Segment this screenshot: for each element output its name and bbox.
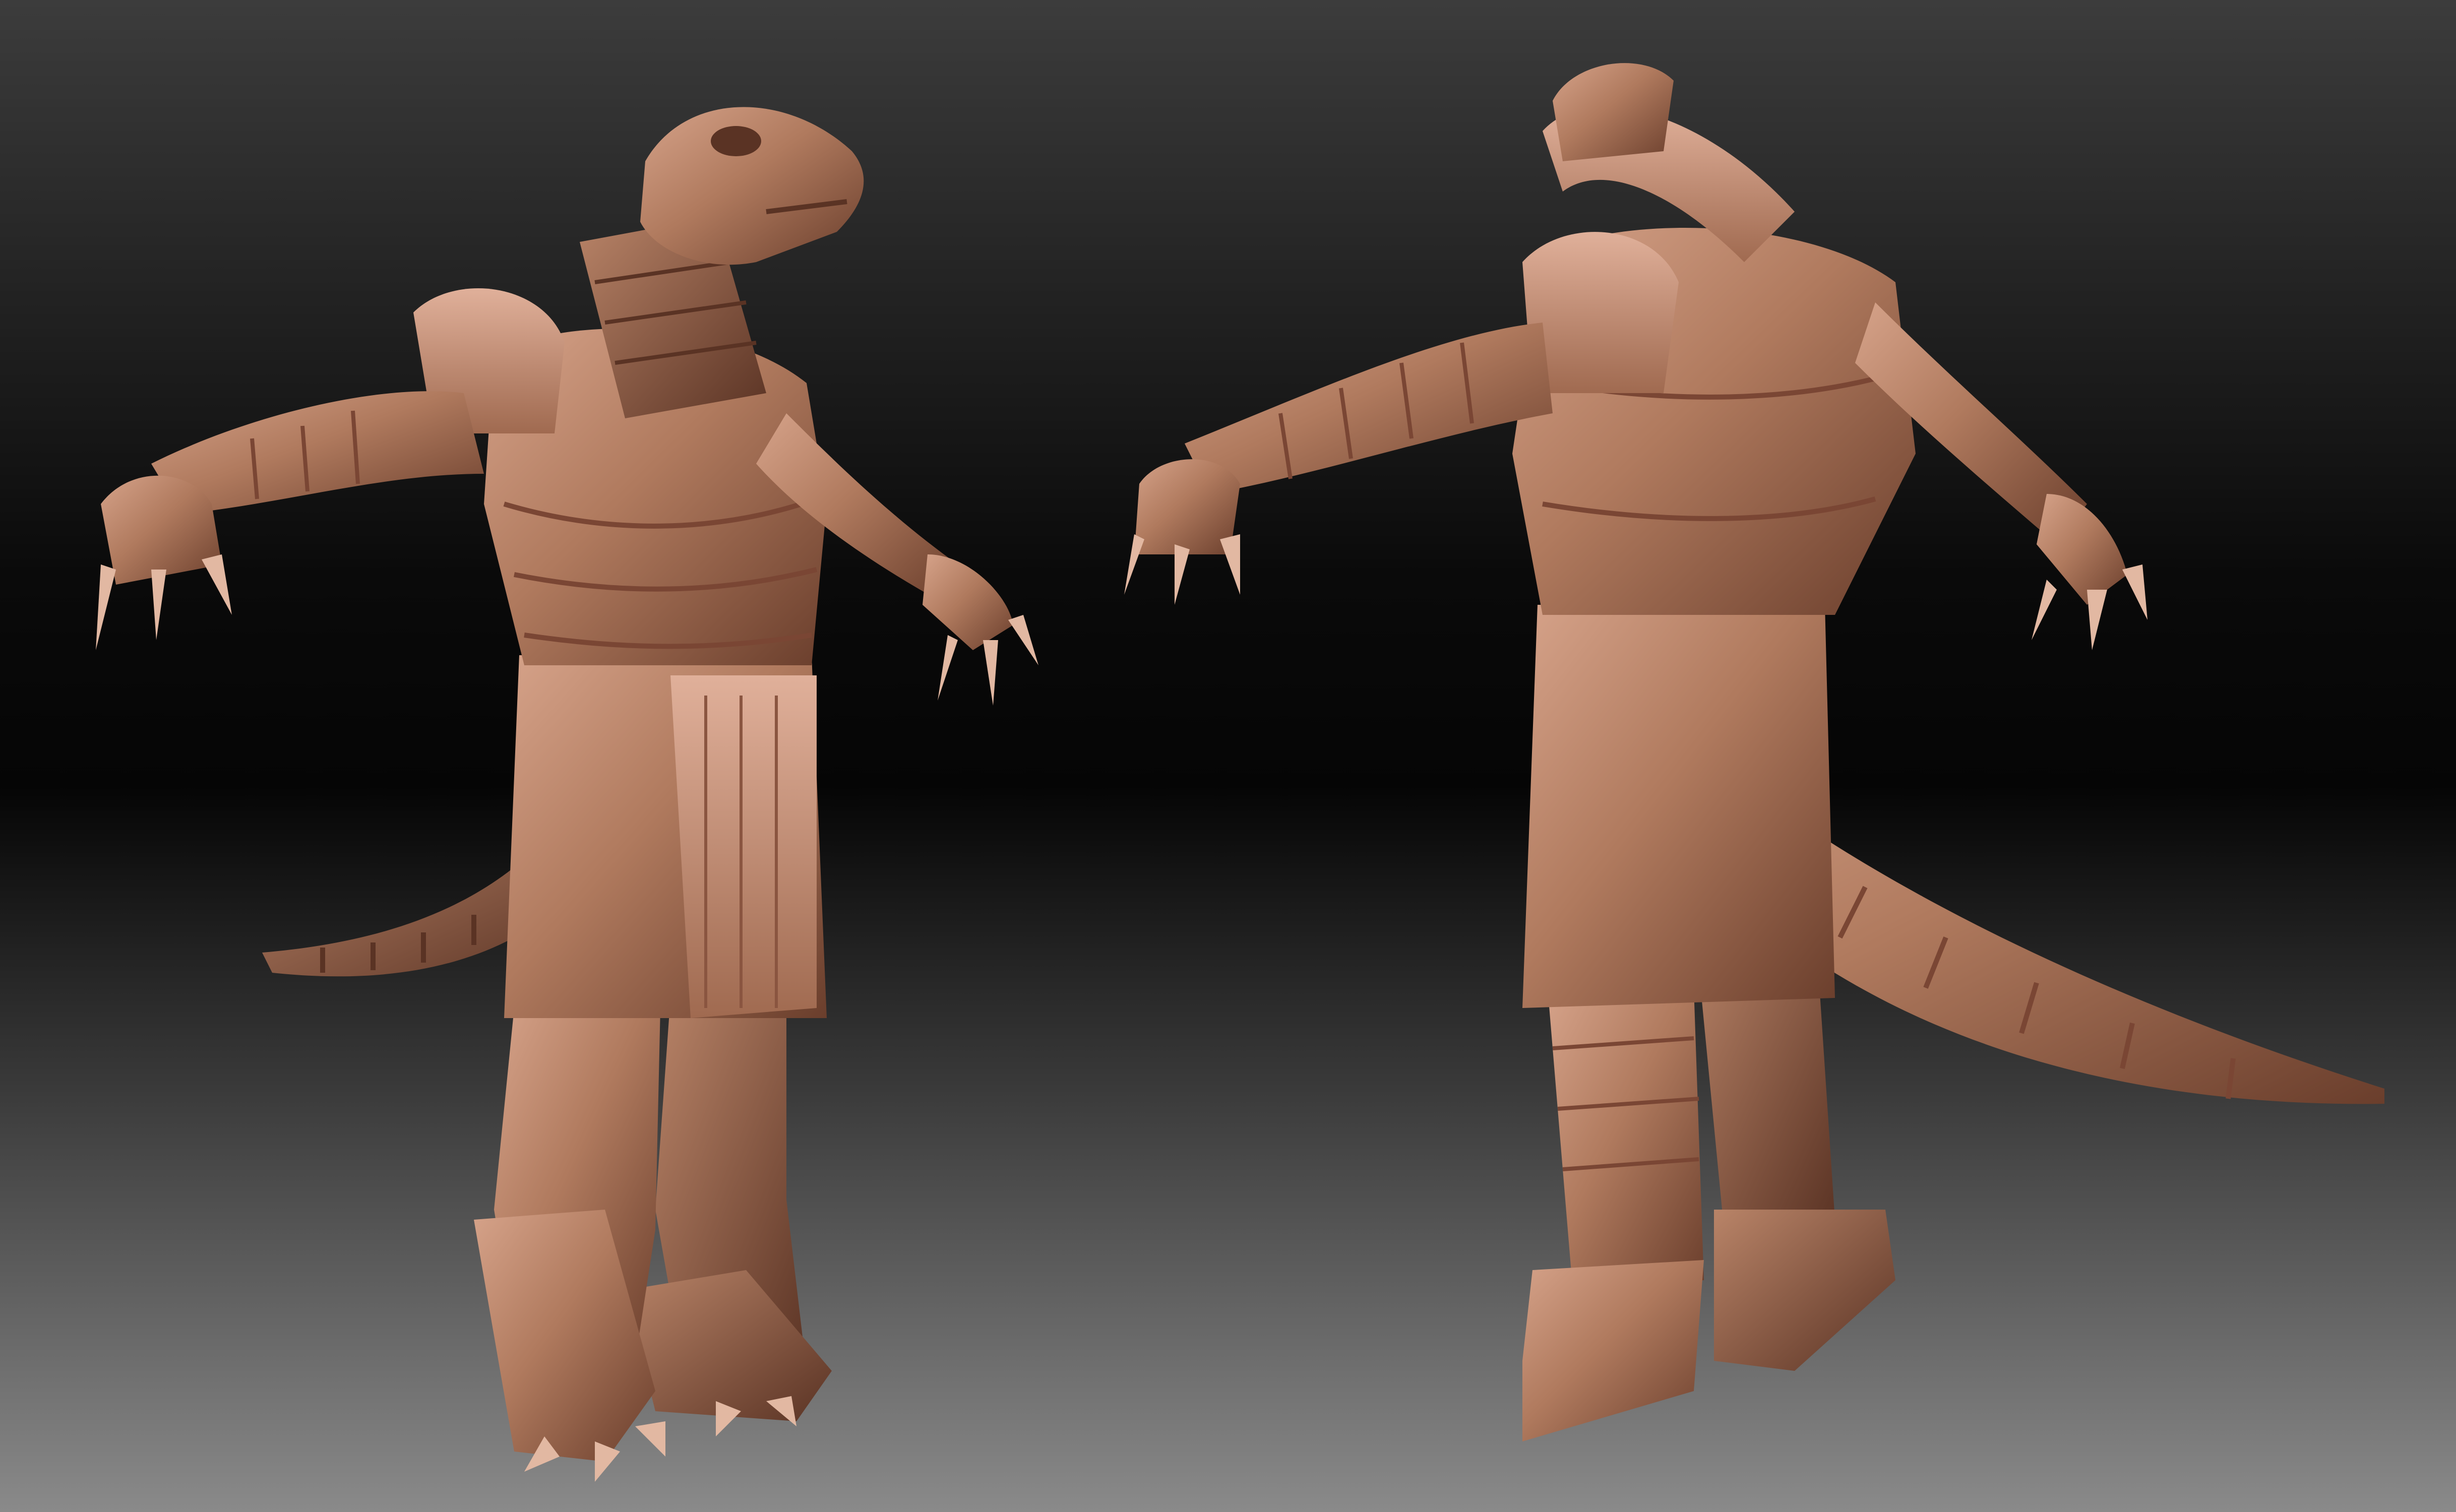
front-right-hand — [923, 554, 1013, 650]
back-forward-leg — [1548, 988, 1704, 1290]
front-loincloth — [670, 675, 817, 1018]
lizard-warrior-front-model — [96, 107, 1038, 1482]
lizard-warrior-back-model — [1124, 63, 2384, 1441]
back-head — [1553, 63, 1674, 161]
sculpt-render — [96, 63, 2384, 1482]
back-left-arm — [1185, 323, 1553, 494]
front-rear-foot — [625, 1270, 832, 1421]
back-forward-foot — [1522, 1260, 1704, 1441]
back-hips — [1522, 605, 1835, 1008]
front-eye — [711, 126, 761, 156]
sculpt-viewport — [0, 0, 2456, 1512]
back-rear-foot — [1714, 1210, 1895, 1371]
